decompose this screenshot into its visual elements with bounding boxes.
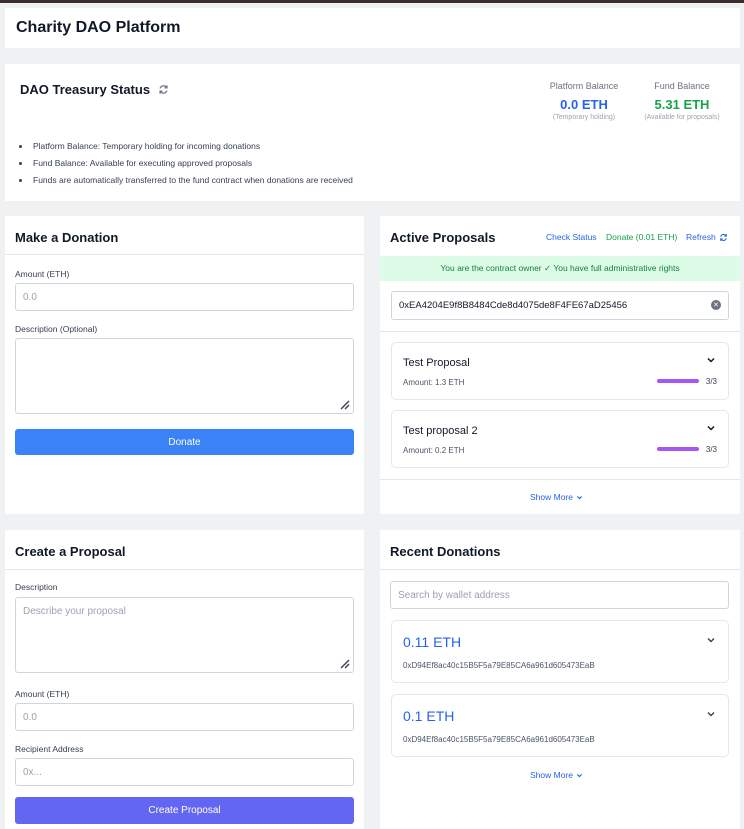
owner-status-banner: You are the contract owner ✓ You have fu… <box>380 256 740 281</box>
create-proposal-card: Create a Proposal Description Describe y… <box>5 530 364 829</box>
donation-item[interactable]: 0.11 ETH 0xD94Ef8ac40c15B5F5a79E85CA6a96… <box>391 620 729 683</box>
fund-balance: Fund Balance 5.31 ETH (Available for pro… <box>636 81 728 121</box>
show-more-label: Show More <box>530 492 573 502</box>
donation-description-textarea[interactable] <box>15 338 354 414</box>
description-placeholder: Describe your proposal <box>23 606 126 617</box>
fund-balance-label: Fund Balance <box>654 81 710 91</box>
donation-amount: 0.1 ETH <box>403 708 455 724</box>
treasury-status-card: DAO Treasury Status Platform Balance 0.0… <box>5 64 740 201</box>
app-title: Charity DAO Platform <box>16 19 181 36</box>
clear-icon[interactable]: ✕ <box>711 300 721 310</box>
platform-balance: Platform Balance 0.0 ETH (Temporary hold… <box>538 81 630 121</box>
proposal-title: Test Proposal <box>403 357 470 369</box>
proposal-item[interactable]: Test proposal 2 Amount: 0.2 ETH 3/3 <box>391 410 729 468</box>
donate-test-link[interactable]: Donate (0.01 ETH) <box>606 232 677 242</box>
vote-progress-bar <box>657 379 699 383</box>
top-accent-line <box>0 0 744 3</box>
refresh-link[interactable]: Refresh <box>686 232 728 242</box>
proposal-amount: Amount: 0.2 ETH <box>403 446 465 455</box>
divider <box>380 479 740 480</box>
info-item: Fund Balance: Available for executing ap… <box>19 158 353 168</box>
recent-donations-title: Recent Donations <box>390 544 501 559</box>
recent-donations-card: Recent Donations Search by wallet addres… <box>380 530 740 829</box>
proposal-amount: Amount: 1.3 ETH <box>403 378 465 387</box>
divider <box>380 331 740 332</box>
chevron-down-icon[interactable] <box>706 423 716 433</box>
treasury-title-row: DAO Treasury Status <box>20 82 169 97</box>
donation-title: Make a Donation <box>15 230 119 245</box>
proposal-title: Test proposal 2 <box>403 425 478 437</box>
refresh-link-label: Refresh <box>686 232 716 242</box>
platform-balance-note: (Temporary holding) <box>552 114 616 121</box>
active-proposals-card: Active Proposals Check Status Donate (0.… <box>380 216 740 514</box>
info-item: Funds are automatically transferred to t… <box>19 175 353 185</box>
divider <box>5 254 364 255</box>
contract-address-input[interactable]: 0xEA4204E9f8B8484Cde8d4075de8F4FE67aD254… <box>391 291 729 320</box>
donate-button[interactable]: Donate <box>15 429 354 455</box>
proposal-amount-input[interactable]: 0.0 <box>15 703 354 731</box>
vote-count: 3/3 <box>705 445 717 454</box>
chevron-down-icon[interactable] <box>706 709 716 719</box>
wallet-search-input[interactable]: Search by wallet address <box>390 581 729 609</box>
divider <box>380 569 740 570</box>
proposal-item[interactable]: Test Proposal Amount: 1.3 ETH 3/3 <box>391 342 729 400</box>
chevron-down-icon <box>577 495 582 499</box>
platform-balance-label: Platform Balance <box>549 81 619 91</box>
treasury-info-list: Platform Balance: Temporary holding for … <box>19 141 353 192</box>
donations-show-more[interactable]: Show More <box>530 770 583 780</box>
treasury-title: DAO Treasury Status <box>20 82 151 97</box>
proposal-description-textarea[interactable]: Describe your proposal <box>15 597 354 673</box>
vote-count: 3/3 <box>705 377 717 386</box>
donation-item[interactable]: 0.1 ETH 0xD94Ef8ac40c15B5F5a79E85CA6a961… <box>391 694 729 757</box>
proposals-title: Active Proposals <box>390 230 496 245</box>
fund-balance-note: (Available for proposals) <box>644 114 720 121</box>
donation-amount-input[interactable]: 0.0 <box>15 283 354 311</box>
description-label: Description (Optional) <box>15 324 98 334</box>
recipient-label: Recipient Address <box>15 744 84 754</box>
recipient-address-input[interactable]: 0x... <box>15 758 354 786</box>
platform-balance-value: 0.0 ETH <box>560 97 608 112</box>
fund-balance-value: 5.31 ETH <box>654 97 710 112</box>
create-proposal-button[interactable]: Create Proposal <box>15 797 354 824</box>
divider <box>5 569 364 570</box>
amount-label: Amount (ETH) <box>15 689 70 699</box>
resize-handle-icon[interactable] <box>338 398 350 410</box>
create-proposal-title: Create a Proposal <box>15 544 126 559</box>
app-header: Charity DAO Platform <box>5 8 740 48</box>
donor-wallet: 0xD94Ef8ac40c15B5F5a79E85CA6a961d605473E… <box>403 735 595 744</box>
donor-wallet: 0xD94Ef8ac40c15B5F5a79E85CA6a961d605473E… <box>403 661 595 670</box>
resize-handle-icon[interactable] <box>338 657 350 669</box>
info-item: Platform Balance: Temporary holding for … <box>19 141 353 151</box>
donation-card: Make a Donation Amount (ETH) 0.0 Descrip… <box>5 216 364 514</box>
amount-label: Amount (ETH) <box>15 269 70 279</box>
chevron-down-icon[interactable] <box>706 635 716 645</box>
donation-amount: 0.11 ETH <box>403 634 462 650</box>
refresh-icon[interactable] <box>158 84 169 95</box>
vote-progress-bar <box>657 447 699 451</box>
proposals-show-more[interactable]: Show More <box>530 492 583 502</box>
description-label: Description <box>15 582 58 592</box>
contract-address-value: 0xEA4204E9f8B8484Cde8d4075de8F4FE67aD254… <box>399 300 628 311</box>
chevron-down-icon[interactable] <box>706 355 716 365</box>
check-status-link[interactable]: Check Status <box>546 232 597 242</box>
show-more-label: Show More <box>530 770 573 780</box>
chevron-down-icon <box>577 773 582 777</box>
refresh-icon <box>719 233 727 241</box>
